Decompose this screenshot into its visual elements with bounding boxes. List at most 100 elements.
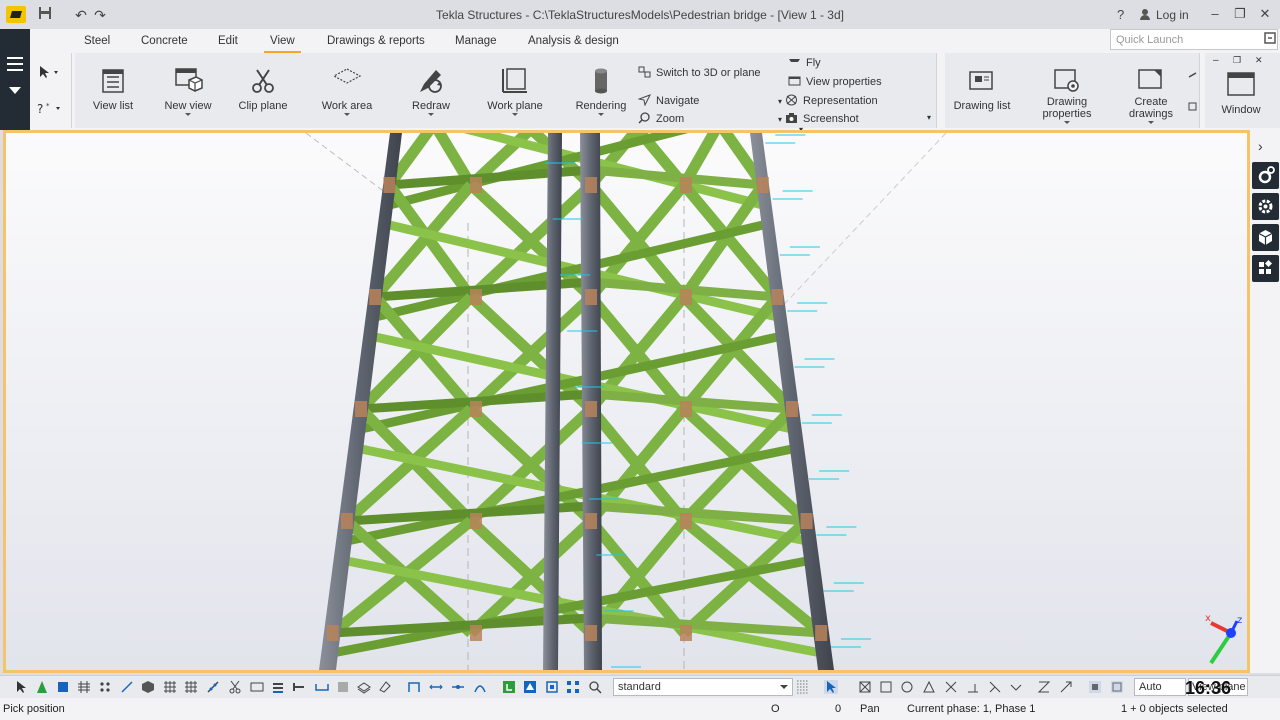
select-surface-treatment-icon[interactable] xyxy=(357,680,371,694)
snap-depth-icon[interactable] xyxy=(1110,680,1124,694)
select-surface-icon[interactable] xyxy=(56,680,70,694)
snap-override-nearest-icon[interactable] xyxy=(988,680,1002,694)
select-reference-icon[interactable] xyxy=(292,680,306,694)
overflow-tools-icon[interactable] xyxy=(1188,71,1198,111)
snap-depth-select[interactable]: Auto xyxy=(1134,678,1186,696)
select-views-icon[interactable] xyxy=(250,680,264,694)
restore-button[interactable]: ❐ xyxy=(1231,6,1249,22)
select-pour-icon[interactable] xyxy=(336,680,350,694)
select-line-icon[interactable] xyxy=(120,680,134,694)
snap-override-extension-icon[interactable] xyxy=(1059,680,1073,694)
tab-manage[interactable]: Manage xyxy=(455,35,497,47)
ribbon-group-expand-icon[interactable]: ▾ xyxy=(927,113,931,122)
window-button[interactable]: Window xyxy=(1215,70,1267,116)
redraw-button[interactable]: Redraw xyxy=(405,66,457,116)
snap-override-perpendicular-icon[interactable] xyxy=(966,680,980,694)
clip-plane-button[interactable]: Clip plane xyxy=(235,66,291,112)
quick-launch-input[interactable]: Quick Launch xyxy=(1110,29,1278,50)
select-parts-icon[interactable] xyxy=(35,680,49,694)
screenshot-button[interactable]: ▾ Screenshot xyxy=(778,112,859,125)
snap-nearest-icon[interactable] xyxy=(451,680,465,694)
dropdown-arrow-icon[interactable] xyxy=(9,87,21,94)
snap-override-free-icon[interactable] xyxy=(1037,680,1051,694)
select-all-icon[interactable] xyxy=(14,680,28,694)
component-cube-icon[interactable] xyxy=(1252,224,1279,251)
close-button[interactable]: ✕ xyxy=(1256,6,1274,22)
group-restore-icon[interactable]: ❐ xyxy=(1233,55,1241,66)
group-minimize-icon[interactable]: – xyxy=(1213,55,1219,66)
tab-concrete[interactable]: Concrete xyxy=(141,35,188,47)
applications-icon[interactable] xyxy=(1252,255,1279,282)
switch-3d-button[interactable]: Switch to 3D or plane xyxy=(638,66,761,79)
snap-midpoint-icon[interactable] xyxy=(566,680,580,694)
rendering-button[interactable]: Rendering xyxy=(571,66,631,116)
tab-edit[interactable]: Edit xyxy=(218,35,238,47)
work-plane-dropdown-icon[interactable] xyxy=(512,113,518,116)
rendering-dropdown-icon[interactable] xyxy=(598,113,604,116)
fly-button[interactable]: Fly xyxy=(788,56,821,69)
selection-filter-select[interactable]: standard xyxy=(613,678,793,696)
snap-override-cross-icon[interactable] xyxy=(858,680,872,694)
model-view-3d[interactable]: z x xyxy=(3,130,1250,673)
snap-arc-icon[interactable] xyxy=(473,680,487,694)
snap-end-points-icon[interactable] xyxy=(502,680,516,694)
group-close-icon[interactable]: ✕ xyxy=(1255,55,1263,66)
select-welds-icon[interactable] xyxy=(206,680,220,694)
select-arrow-icon[interactable] xyxy=(38,65,60,79)
select-assembly-icon[interactable] xyxy=(163,680,177,694)
drawing-properties-button[interactable]: Drawing properties xyxy=(1037,66,1097,124)
expand-pane-icon[interactable]: › xyxy=(1258,138,1263,154)
drawing-list-button[interactable]: Drawing list xyxy=(951,66,1013,112)
bracing-members[interactable] xyxy=(329,133,825,658)
property-gear-icon[interactable] xyxy=(1252,162,1279,189)
snap-override-tangent-icon[interactable] xyxy=(1009,680,1023,694)
work-plane-button[interactable]: Work plane xyxy=(485,66,545,116)
new-view-dropdown-icon[interactable] xyxy=(185,113,191,116)
filter-settings-icon[interactable] xyxy=(796,680,810,694)
tab-steel[interactable]: Steel xyxy=(84,35,110,47)
drawing-properties-dropdown-icon[interactable] xyxy=(1064,121,1070,124)
snap-points-icon[interactable] xyxy=(523,680,537,694)
select-objects-icon[interactable] xyxy=(141,680,155,694)
select-bolts-icon[interactable] xyxy=(271,680,285,694)
view-list-button[interactable]: View list xyxy=(89,66,137,112)
minimize-button[interactable]: – xyxy=(1206,6,1224,22)
hamburger-menu-icon[interactable] xyxy=(7,57,23,59)
snap-override-circle-icon[interactable] xyxy=(900,680,914,694)
select-components-icon[interactable] xyxy=(184,680,198,694)
settings-gear-icon[interactable] xyxy=(1252,193,1279,220)
snap-geometry-lines-icon[interactable] xyxy=(429,680,443,694)
snap-override-square-icon[interactable] xyxy=(879,680,893,694)
view-properties-button[interactable]: View properties xyxy=(788,75,882,88)
bridge-tower-model[interactable]: z x xyxy=(6,133,1247,670)
snap-override-triangle-icon[interactable] xyxy=(922,680,936,694)
snap-override-x-icon[interactable] xyxy=(944,680,958,694)
tab-analysis-design[interactable]: Analysis & design xyxy=(528,35,619,47)
snap-plane-icon[interactable] xyxy=(1088,680,1102,694)
screenshot-dropdown-icon[interactable]: ▾ xyxy=(778,115,782,124)
tab-view[interactable]: View xyxy=(264,35,301,53)
select-rotation-icon[interactable] xyxy=(378,680,392,694)
smart-select-icon[interactable] xyxy=(824,680,838,694)
select-cuts-icon[interactable] xyxy=(228,680,242,694)
quick-launch-search-icon[interactable] xyxy=(1264,32,1276,44)
snap-zoom-icon[interactable] xyxy=(588,680,602,694)
redraw-dropdown-icon[interactable] xyxy=(428,113,434,116)
selection-filter-dropdown-icon[interactable] xyxy=(780,685,788,689)
create-drawings-button[interactable]: Create drawings xyxy=(1121,66,1181,124)
new-view-button[interactable]: New view xyxy=(161,66,215,116)
select-grid-icon[interactable] xyxy=(77,680,91,694)
representation-button[interactable]: ▾ Representation xyxy=(778,94,878,107)
snap-query-icon[interactable]: ? * xyxy=(36,101,62,117)
representation-dropdown-icon[interactable]: ▾ xyxy=(778,97,782,106)
login-button[interactable]: Log in xyxy=(1140,8,1189,22)
snap-reference-lines-icon[interactable] xyxy=(407,680,421,694)
tab-drawings-reports[interactable]: Drawings & reports xyxy=(327,35,425,47)
create-drawings-dropdown-icon[interactable] xyxy=(1148,121,1154,124)
select-rebar-icon[interactable] xyxy=(315,680,329,694)
work-area-button[interactable]: Work area xyxy=(317,66,377,116)
zoom-button[interactable]: Zoom xyxy=(638,112,684,125)
select-points-icon[interactable] xyxy=(98,680,112,694)
navigate-button[interactable]: Navigate xyxy=(638,94,699,107)
snap-intersection-icon[interactable] xyxy=(545,680,559,694)
